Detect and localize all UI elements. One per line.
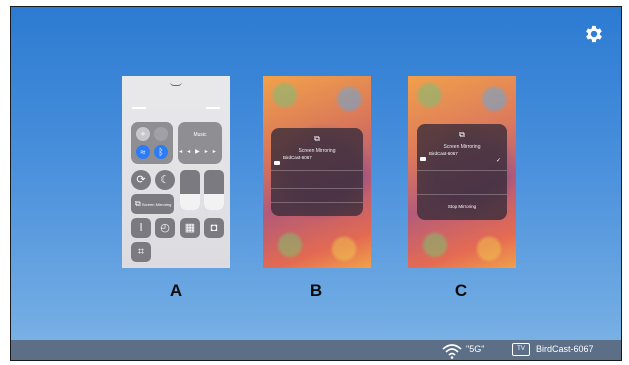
status-row [132,106,220,110]
divider [271,202,363,203]
panel-c-label: C [454,281,468,300]
divider [271,170,363,171]
dialog-title: Screen Mirroring [443,144,481,150]
mirroring-dialog: ⧉ Screen Mirroring BirdCast-6067 [271,128,363,216]
stop-mirroring-button[interactable]: Stop Mirroring [417,204,507,209]
divider [271,188,363,189]
tv-icon: TV [512,343,530,356]
divider [417,194,507,195]
divider [417,170,507,171]
main-screen: + ≈ ᛒ Music ◂◂▶▸▸ ⟳ ☾ ⧉ Screen Mirroring… [10,6,622,361]
mirroring-icon: ⧉ [314,134,320,143]
brightness-slider[interactable] [180,170,200,210]
qr-scanner-button[interactable]: ⌗ [131,242,151,262]
cellular-button[interactable] [154,127,168,141]
device-item[interactable]: BirdCast-6067 [283,155,312,160]
panel-b-mirroring-list: ⧉ Screen Mirroring BirdCast-6067 [263,76,371,268]
volume-slider[interactable] [204,170,224,210]
airplane-button[interactable]: + [136,127,150,141]
panel-a-label: A [169,281,183,300]
wifi-button[interactable]: ≈ [136,145,150,159]
device-name-label: BirdCast-6067 [536,344,594,354]
bluetooth-button[interactable]: ᛒ [154,145,168,159]
timer-button[interactable]: ◴ [155,218,175,238]
panel-c-mirroring-connected: ⧉ Screen Mirroring BirdCast-6067 ✓ Stop … [408,76,516,268]
tv-icon [420,157,426,161]
screen-mirroring-button[interactable]: ⧉ Screen Mirroring [131,194,174,214]
do-not-disturb-button[interactable]: ☾ [155,170,175,190]
calculator-button[interactable]: ▦ [180,218,200,238]
mirroring-icon: ⧉ [135,199,141,208]
panel-a-control-center: + ≈ ᛒ Music ◂◂▶▸▸ ⟳ ☾ ⧉ Screen Mirroring… [122,76,230,268]
status-bar: "5G" TV BirdCast-6067 [11,340,621,360]
mirroring-dialog: ⧉ Screen Mirroring BirdCast-6067 ✓ Stop … [417,124,507,220]
mirroring-icon: ⧉ [459,130,465,139]
dialog-title: Screen Mirroring [298,148,336,154]
music-tile[interactable]: Music ◂◂▶▸▸ [178,122,222,164]
panel-b-label: B [309,281,323,300]
connectivity-tile: + ≈ ᛒ [131,122,173,164]
mirroring-label: Screen Mirroring [141,202,172,207]
camera-button[interactable]: ◘ [204,218,224,238]
tv-icon [274,161,280,165]
gear-icon[interactable] [583,23,605,45]
wifi-icon [442,344,462,359]
rotation-lock-button[interactable]: ⟳ [131,170,151,190]
grabber [170,82,182,86]
device-item[interactable]: BirdCast-6067 [429,151,458,156]
wifi-network-label: "5G" [466,344,485,354]
checkmark-icon: ✓ [495,158,501,164]
music-controls: ◂◂▶▸▸ [179,149,221,155]
flashlight-button[interactable]: ǀ [131,218,151,238]
music-label: Music [193,132,207,138]
